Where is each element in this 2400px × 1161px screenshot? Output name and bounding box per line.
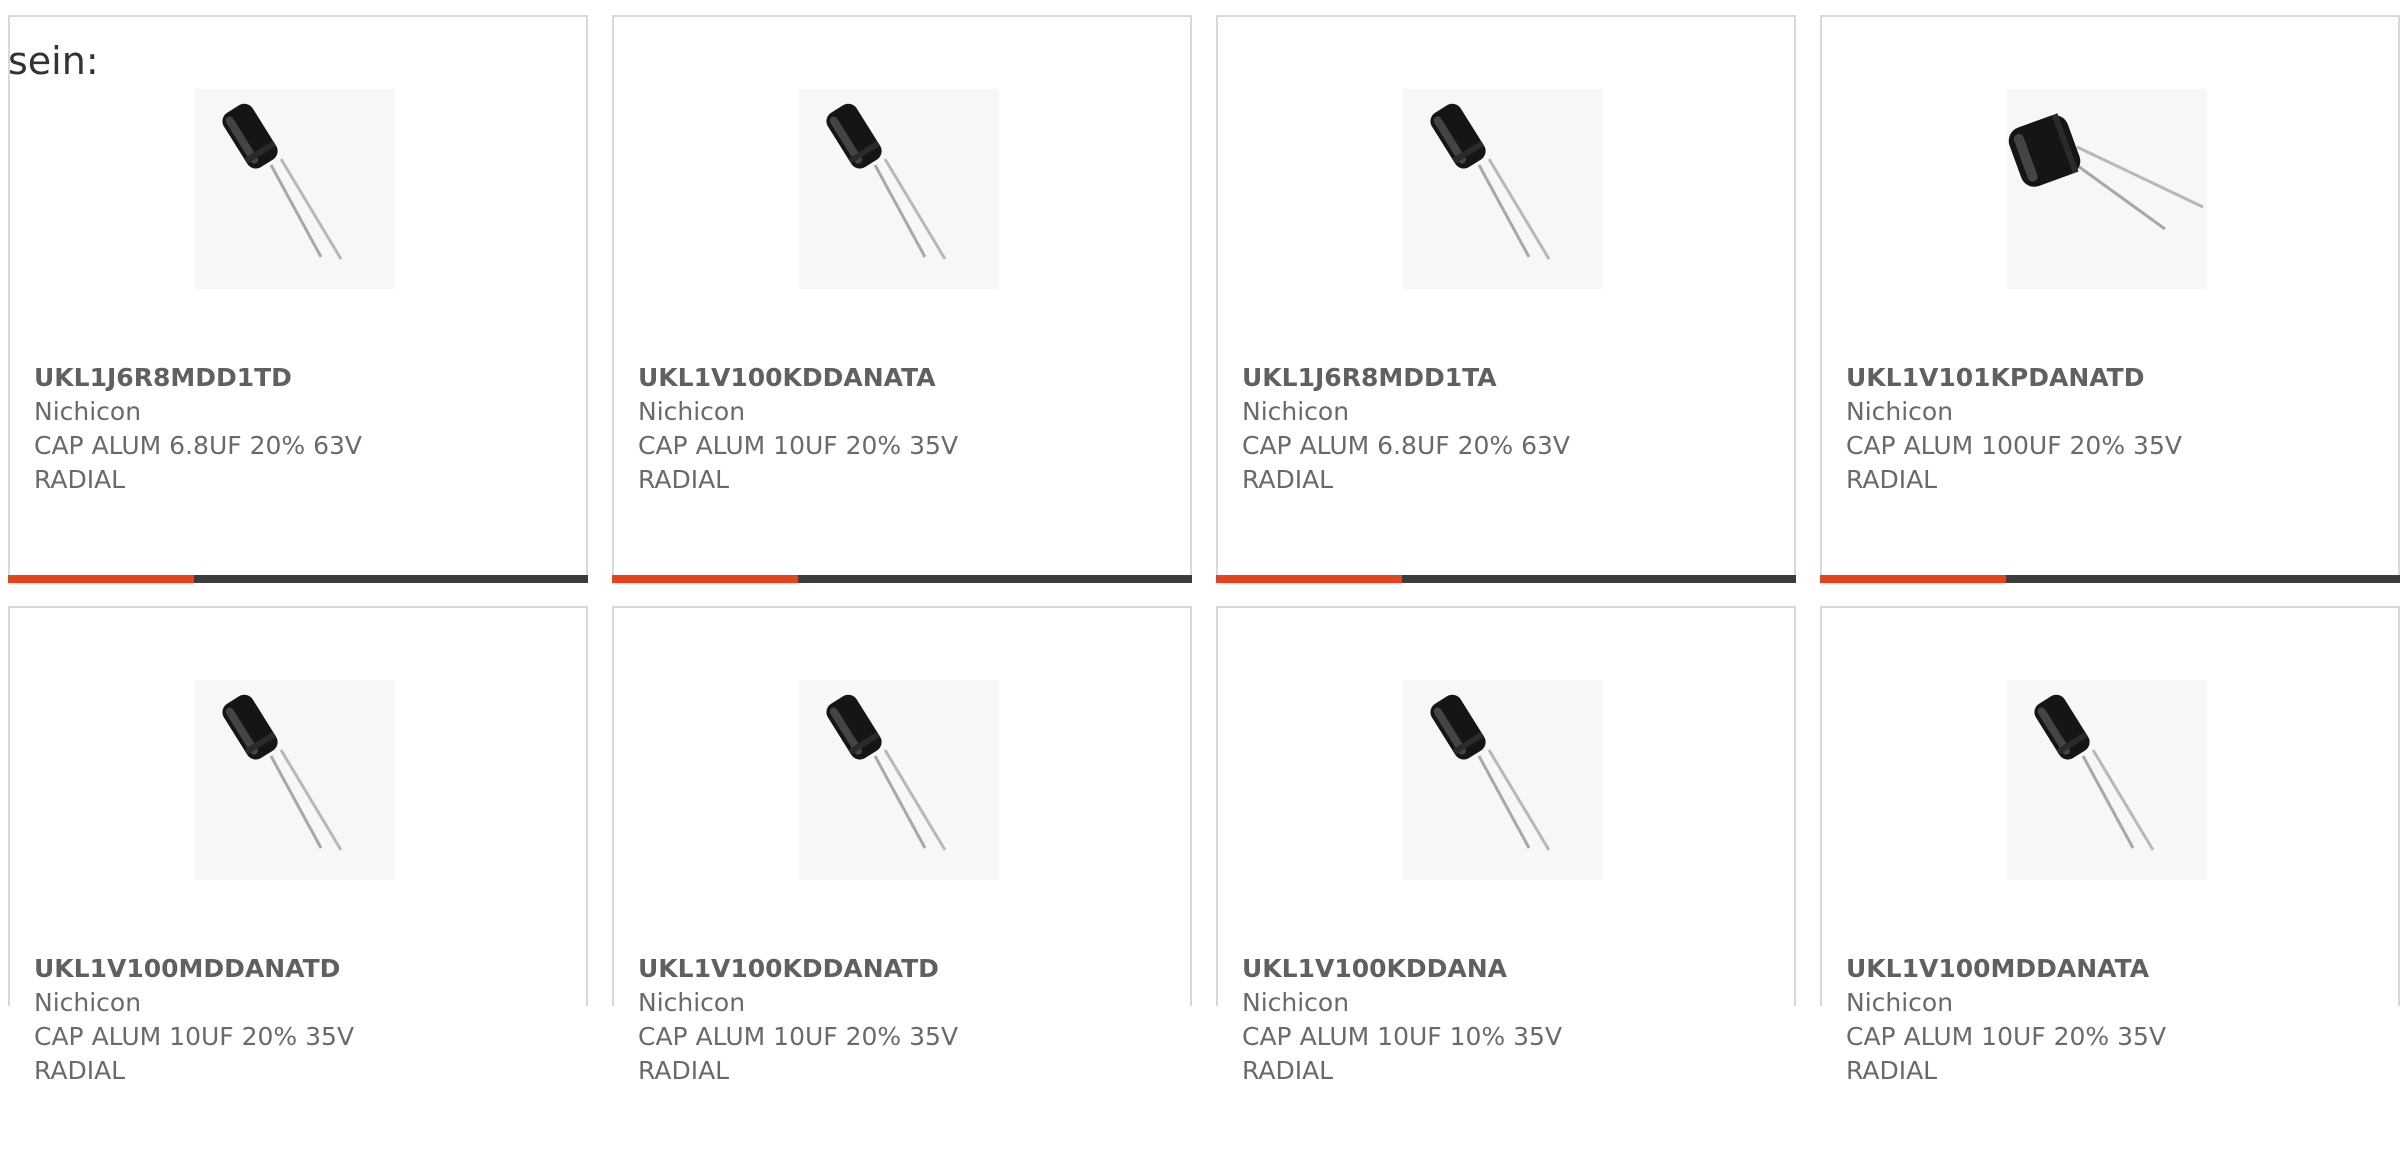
product-grid: UKL1J6R8MDD1TD Nichicon CAP ALUM 6.8UF 20%…	[8, 15, 2400, 1085]
product-card[interactable]: UKL1J6R8MDD1TA Nichicon CAP ALUM 6.8UF 20%…	[1216, 15, 1796, 583]
product-listing-page: sein: UKL1J6R8MDD1TD Nichicon CAP ALUM 6.8…	[0, 0, 2400, 1161]
product-info: UKL1V100KDDANATD Nichicon CAP ALUM 10UF 20…	[638, 952, 1170, 1088]
part-number-link[interactable]: UKL1V100KDDANA	[1242, 952, 1774, 986]
card-progress-fill	[8, 575, 194, 583]
part-number-link[interactable]: UKL1V100MDDANATA	[1846, 952, 2378, 986]
product-package: RADIAL	[34, 1056, 126, 1085]
product-image[interactable]	[1403, 89, 1603, 289]
part-number-link[interactable]: UKL1V100MDDANATD	[34, 952, 566, 986]
product-package: RADIAL	[34, 465, 126, 494]
product-info: UKL1V101KPDANATD Nichicon CAP ALUM 100UF 2…	[1846, 361, 2378, 497]
manufacturer-name: Nichicon	[638, 988, 746, 1017]
product-card[interactable]: UKL1V100KDDANATD Nichicon CAP ALUM 10UF 20…	[612, 606, 1192, 1085]
product-description: CAP ALUM 10UF 20% 35V	[638, 431, 959, 460]
intro-text: sein:	[8, 39, 99, 83]
card-progress-fill	[1216, 575, 1402, 583]
part-number-link[interactable]: UKL1V100KDDANATD	[638, 952, 1170, 986]
card-progress-bar	[612, 575, 1192, 583]
product-card[interactable]: UKL1V100KDDANA Nichicon CAP ALUM 10UF 10% …	[1216, 606, 1796, 1085]
product-description: CAP ALUM 10UF 20% 35V	[638, 1022, 959, 1051]
product-package: RADIAL	[638, 1056, 730, 1085]
product-image[interactable]	[2007, 89, 2207, 289]
product-package: RADIAL	[638, 465, 730, 494]
product-image[interactable]	[195, 89, 395, 289]
product-image[interactable]	[195, 680, 395, 880]
radial-capacitor-icon	[799, 680, 999, 880]
product-info: UKL1V100KDDANA Nichicon CAP ALUM 10UF 10% …	[1242, 952, 1774, 1088]
product-package: RADIAL	[1242, 465, 1334, 494]
product-description: CAP ALUM 10UF 20% 35V	[34, 1022, 355, 1051]
card-progress-bar	[8, 575, 588, 583]
manufacturer-name: Nichicon	[638, 397, 746, 426]
manufacturer-name: Nichicon	[34, 397, 142, 426]
radial-capacitor-icon	[799, 89, 999, 289]
manufacturer-name: Nichicon	[34, 988, 142, 1017]
product-image[interactable]	[2007, 680, 2207, 880]
radial-capacitor-icon	[195, 680, 395, 880]
part-number-link[interactable]: UKL1V100KDDANATA	[638, 361, 1170, 395]
radial-capacitor-icon	[195, 89, 395, 289]
manufacturer-name: Nichicon	[1242, 397, 1350, 426]
product-description: CAP ALUM 6.8UF 20% 63V	[1242, 431, 1570, 460]
manufacturer-name: Nichicon	[1846, 988, 1954, 1017]
part-number-link[interactable]: UKL1J6R8MDD1TA	[1242, 361, 1774, 395]
product-card[interactable]: UKL1V100KDDANATA Nichicon CAP ALUM 10UF 20…	[612, 15, 1192, 583]
card-progress-bar	[1216, 575, 1796, 583]
radial-capacitor-icon	[2007, 680, 2207, 880]
product-info: UKL1J6R8MDD1TA Nichicon CAP ALUM 6.8UF 20%…	[1242, 361, 1774, 497]
radial-capacitor-icon	[1403, 89, 1603, 289]
product-info: UKL1J6R8MDD1TD Nichicon CAP ALUM 6.8UF 20%…	[34, 361, 566, 497]
product-image[interactable]	[1403, 680, 1603, 880]
product-card[interactable]: UKL1J6R8MDD1TD Nichicon CAP ALUM 6.8UF 20%…	[8, 15, 588, 583]
product-package: RADIAL	[1846, 465, 1938, 494]
product-description: CAP ALUM 100UF 20% 35V	[1846, 431, 2182, 460]
part-number-link[interactable]: UKL1J6R8MDD1TD	[34, 361, 566, 395]
radial-capacitor-wide-icon	[2007, 89, 2207, 289]
product-package: RADIAL	[1846, 1056, 1938, 1085]
product-info: UKL1V100KDDANATA Nichicon CAP ALUM 10UF 20…	[638, 361, 1170, 497]
product-info: UKL1V100MDDANATA Nichicon CAP ALUM 10UF 20…	[1846, 952, 2378, 1088]
product-card[interactable]: UKL1V101KPDANATD Nichicon CAP ALUM 100UF 2…	[1820, 15, 2400, 583]
product-description: CAP ALUM 10UF 20% 35V	[1846, 1022, 2167, 1051]
product-image[interactable]	[799, 680, 999, 880]
product-info: UKL1V100MDDANATD Nichicon CAP ALUM 10UF 20…	[34, 952, 566, 1088]
manufacturer-name: Nichicon	[1846, 397, 1954, 426]
card-progress-fill	[612, 575, 798, 583]
product-card[interactable]: UKL1V100MDDANATD Nichicon CAP ALUM 10UF 20…	[8, 606, 588, 1085]
manufacturer-name: Nichicon	[1242, 988, 1350, 1017]
product-description: CAP ALUM 6.8UF 20% 63V	[34, 431, 362, 460]
product-description: CAP ALUM 10UF 10% 35V	[1242, 1022, 1563, 1051]
card-progress-bar	[1820, 575, 2400, 583]
product-image[interactable]	[799, 89, 999, 289]
card-progress-fill	[1820, 575, 2006, 583]
radial-capacitor-icon	[1403, 680, 1603, 880]
product-package: RADIAL	[1242, 1056, 1334, 1085]
part-number-link[interactable]: UKL1V101KPDANATD	[1846, 361, 2378, 395]
product-card[interactable]: UKL1V100MDDANATA Nichicon CAP ALUM 10UF 20…	[1820, 606, 2400, 1085]
